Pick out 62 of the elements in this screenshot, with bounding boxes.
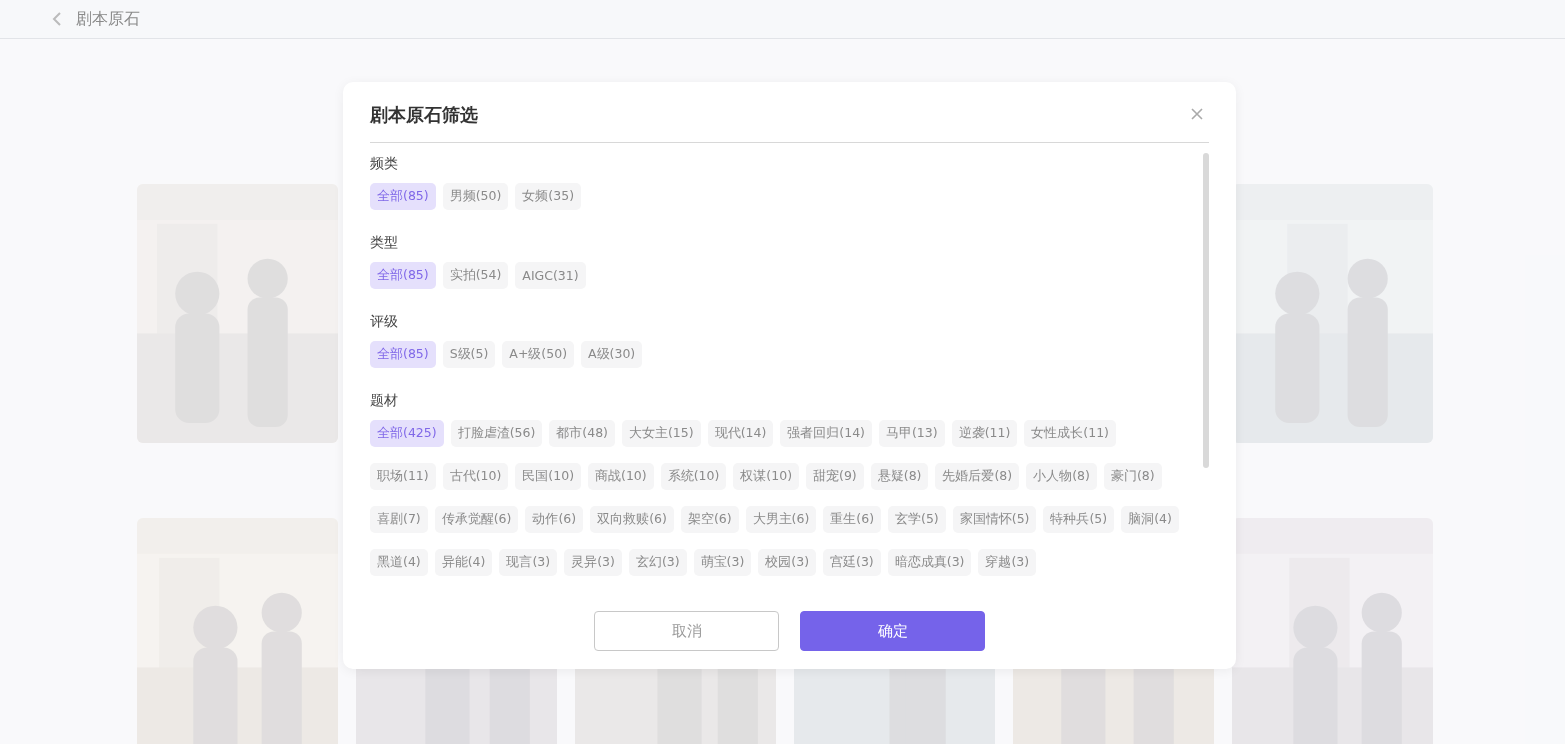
filter-tag[interactable]: 都市(48): [549, 420, 615, 447]
filter-tag[interactable]: 玄幻(3): [628, 549, 687, 576]
filter-tag[interactable]: 穿越(3): [978, 549, 1037, 576]
filter-tag[interactable]: 玄学(5): [888, 506, 946, 533]
filter-tag[interactable]: 系统(10): [660, 463, 727, 490]
filter-tag[interactable]: 古代(10): [442, 463, 509, 490]
back-icon[interactable]: [52, 11, 62, 27]
filter-tag[interactable]: 萌宝(3): [693, 549, 752, 576]
filter-tag[interactable]: 逆袭(11): [951, 420, 1018, 447]
filter-tag[interactable]: 权谋(10): [733, 463, 800, 490]
page-title: 剧本原石: [76, 8, 140, 30]
filter-tag[interactable]: 现代(14): [707, 420, 774, 447]
filter-tag[interactable]: 男频(50): [442, 183, 509, 210]
filter-tag[interactable]: 重生(6): [823, 506, 882, 533]
filter-tag[interactable]: A+级(50): [502, 341, 574, 368]
filter-tag[interactable]: 民国(10): [515, 463, 581, 490]
filter-tag[interactable]: 灵异(3): [564, 549, 622, 576]
filter-tag[interactable]: 全部(85): [370, 183, 436, 210]
filter-tag[interactable]: 打脸虐渣(56): [450, 420, 543, 447]
filter-tag[interactable]: 马甲(13): [879, 420, 945, 447]
filter-tag[interactable]: AIGC(31): [515, 262, 586, 289]
group-label: 题材: [370, 392, 398, 410]
filter-tag[interactable]: 女频(35): [515, 183, 581, 210]
filter-tag[interactable]: 职场(11): [370, 463, 436, 490]
filter-tag[interactable]: 小人物(8): [1026, 463, 1097, 490]
filter-tag[interactable]: 异能(4): [434, 549, 493, 576]
filter-tag[interactable]: 全部(425): [370, 420, 444, 447]
filter-tag[interactable]: 黑道(4): [370, 549, 428, 576]
group-label: 类型: [370, 234, 398, 252]
filter-tag[interactable]: 大女主(15): [621, 420, 701, 447]
filter-tag[interactable]: 动作(6): [525, 506, 584, 533]
filter-tag[interactable]: 甜宠(9): [806, 463, 864, 490]
filter-tag[interactable]: 强者回归(14): [780, 420, 872, 447]
filter-tag[interactable]: 悬疑(8): [870, 463, 929, 490]
filter-tag[interactable]: 架空(6): [680, 506, 739, 533]
filter-tag[interactable]: 现言(3): [499, 549, 558, 576]
group-label: 频类: [370, 155, 398, 173]
group-label: 评级: [370, 313, 398, 331]
scrollbar[interactable]: [1203, 153, 1209, 468]
filter-tag[interactable]: 脑洞(4): [1121, 506, 1179, 533]
close-icon[interactable]: [1191, 108, 1203, 120]
filter-tag[interactable]: 大男主(6): [745, 506, 817, 533]
filter-tag[interactable]: 校园(3): [758, 549, 817, 576]
filter-tag[interactable]: 双向救赎(6): [590, 506, 674, 533]
filter-tag[interactable]: 豪门(8): [1103, 463, 1162, 490]
confirm-button[interactable]: 确定: [800, 611, 985, 651]
filter-tag[interactable]: 商战(10): [588, 463, 654, 490]
filter-tag[interactable]: 喜剧(7): [370, 506, 428, 533]
filter-tag[interactable]: S级(5): [442, 341, 496, 368]
filter-tag[interactable]: 传承觉醒(6): [434, 506, 519, 533]
filter-tag[interactable]: 全部(85): [370, 262, 436, 289]
filter-tag[interactable]: 特种兵(5): [1043, 506, 1115, 533]
filter-tag[interactable]: 实拍(54): [442, 262, 509, 289]
dialog-title: 剧本原石筛选: [370, 103, 478, 127]
filter-tag[interactable]: 女性成长(11): [1024, 420, 1116, 447]
cancel-button[interactable]: 取消: [594, 611, 779, 651]
filter-tag[interactable]: 全部(85): [370, 341, 436, 368]
filter-tag[interactable]: 家国情怀(5): [952, 506, 1037, 533]
filter-tag[interactable]: 宫廷(3): [823, 549, 881, 576]
filter-tag[interactable]: 暗恋成真(3): [887, 549, 972, 576]
filter-tag[interactable]: A级(30): [581, 341, 643, 368]
filter-tag[interactable]: 先婚后爱(8): [935, 463, 1020, 490]
